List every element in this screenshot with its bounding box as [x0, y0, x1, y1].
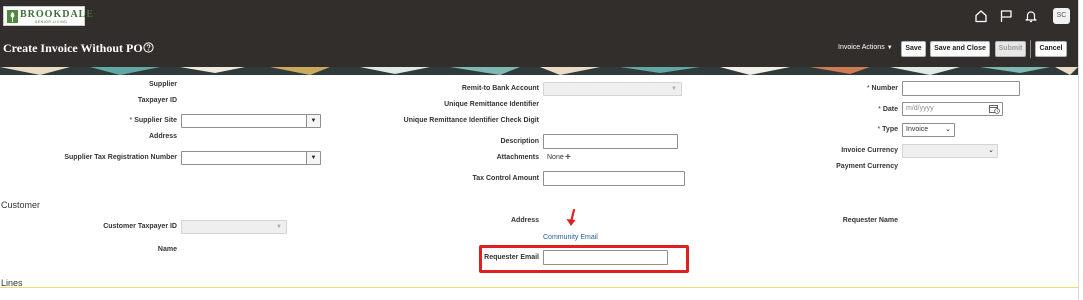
date-input[interactable]: m/d/yyyy [902, 102, 1003, 116]
supplier-site-label: * Supplier Site [129, 117, 177, 124]
decorative-banner [0, 67, 1078, 75]
chevron-down-icon: ▼ [886, 45, 893, 51]
add-attachment-icon[interactable]: + [565, 153, 571, 163]
date-label-text: Date [882, 106, 898, 113]
chevron-down-icon[interactable]: ▼ [306, 152, 320, 164]
save-and-close-button[interactable]: Save and Close [930, 41, 990, 57]
invoice-actions-menu[interactable]: Invoice Actions ▼ [838, 44, 893, 51]
chevron-down-icon: ⌄ [988, 147, 994, 154]
chevron-down-icon[interactable]: ▼ [306, 115, 320, 127]
type-select[interactable]: Invoice ⌄ [902, 123, 955, 137]
number-label-text: Number [871, 85, 898, 92]
type-label: * Type [877, 126, 898, 133]
bell-icon[interactable] [1024, 9, 1038, 23]
submit-button[interactable]: Submit [995, 41, 1026, 57]
unique-remittance-identifier-label: Unique Remittance Identifier [444, 101, 539, 108]
requester-email-input[interactable] [543, 250, 668, 265]
supplier-label: Supplier [148, 81, 177, 88]
payment-currency-label: Payment Currency [836, 163, 898, 170]
customer-address-label: Address [510, 217, 539, 224]
chevron-down-icon: ⌄ [945, 126, 951, 133]
supplier-site-label-text: Supplier Site [134, 117, 177, 124]
red-arrow-annotation [566, 209, 576, 226]
supplier-tax-registration-label: Supplier Tax Registration Number [64, 154, 177, 161]
scrollbar-edge [1078, 0, 1079, 300]
invoice-currency-label: Invoice Currency [841, 147, 898, 154]
flag-icon[interactable] [999, 9, 1013, 23]
brookdale-logo[interactable]: BROOKDALE SENIOR LIVING [3, 6, 93, 26]
logo-tagline: SENIOR LIVING [35, 20, 68, 24]
calendar-icon[interactable] [989, 104, 1000, 114]
tax-control-amount-input[interactable] [543, 171, 685, 186]
customer-section-title: Customer [1, 200, 41, 210]
type-label-text: Type [882, 126, 898, 133]
toolbar-divider [1030, 40, 1031, 58]
tax-control-amount-label: Tax Control Amount [472, 175, 540, 182]
help-icon[interactable] [143, 42, 154, 53]
taxpayer-id-label: Taxpayer ID [137, 97, 177, 104]
customer-taxpayer-id-select[interactable]: ▼ [181, 220, 287, 234]
description-label: Description [500, 138, 539, 145]
number-input[interactable] [902, 81, 1020, 96]
address-label: Address [148, 133, 177, 140]
user-avatar[interactable]: SC [1053, 8, 1070, 24]
date-placeholder: m/d/yyyy [906, 105, 934, 112]
remit-to-bank-select[interactable]: ▼ [543, 82, 682, 96]
required-marker: * [129, 117, 133, 124]
logo-name: BROOKDALE [20, 9, 95, 20]
cancel-button[interactable]: Cancel [1035, 41, 1067, 57]
required-marker: * [866, 85, 870, 92]
community-email-link[interactable]: Community Email [543, 234, 598, 241]
chevron-down-icon: ▼ [671, 86, 677, 92]
page-title: Create Invoice Without PO [3, 41, 143, 55]
description-input[interactable] [543, 134, 678, 149]
date-label: * Date [878, 106, 898, 113]
invoice-actions-label: Invoice Actions [838, 44, 885, 51]
requester-email-label: Requester Email [484, 254, 539, 261]
unique-remittance-check-digit-label: Unique Remittance Identifier Check Digit [403, 117, 539, 124]
customer-name-label: Name [157, 246, 177, 253]
number-label: * Number [867, 85, 898, 92]
supplier-site-select[interactable]: ▼ [181, 114, 321, 128]
remit-to-bank-label: Remit-to Bank Account [461, 85, 539, 92]
required-marker: * [878, 106, 881, 113]
requester-name-label: Requester Name [842, 217, 898, 224]
global-header: BROOKDALE SENIOR LIVING SC Create Invoic… [0, 0, 1078, 70]
required-marker: * [877, 126, 881, 133]
section-divider [0, 287, 1078, 288]
attachments-value: None [547, 154, 564, 161]
home-icon[interactable] [974, 9, 988, 23]
tree-logo-icon [7, 10, 18, 23]
supplier-tax-registration-select[interactable]: ▼ [181, 151, 321, 165]
invoice-currency-select[interactable]: ⌄ [902, 144, 998, 158]
save-button[interactable]: Save [901, 41, 926, 57]
chevron-down-icon: ▼ [276, 224, 282, 230]
customer-taxpayer-id-label: Customer Taxpayer ID [103, 223, 177, 230]
attachments-label: Attachments [496, 154, 539, 161]
type-value: Invoice [906, 126, 929, 133]
invoice-form: Supplier Taxpayer ID * Supplier Site ▼ Ad… [0, 75, 1078, 300]
